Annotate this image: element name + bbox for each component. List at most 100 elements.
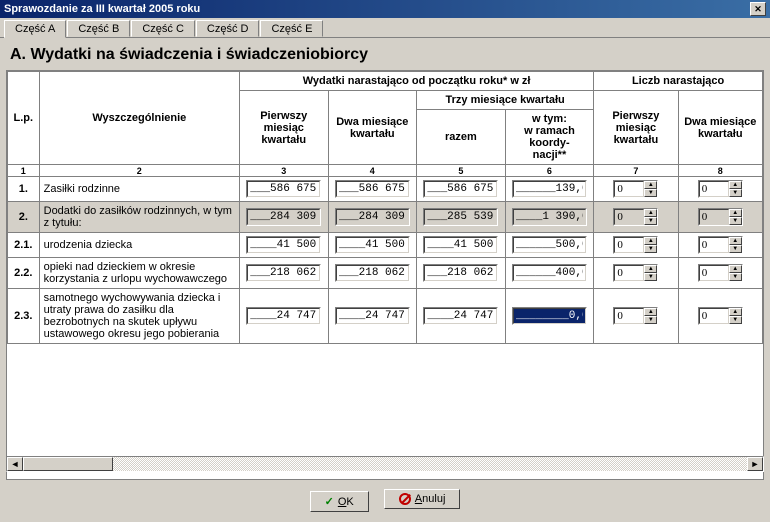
row-desc: opieki nad dzieckiem w okresie korzystan… (39, 258, 239, 289)
value-input[interactable] (424, 308, 497, 324)
col-num-8: 8 (678, 165, 762, 177)
spinner-input[interactable] (614, 237, 644, 253)
row-desc: urodzenia dziecka (39, 233, 239, 258)
spin-up-icon[interactable]: ▲ (644, 209, 657, 217)
spin-down-icon[interactable]: ▼ (729, 316, 742, 324)
tab-część-e[interactable]: Część E (260, 20, 323, 37)
value-input[interactable] (513, 265, 586, 281)
spinner-cell: ▲▼ (594, 202, 678, 233)
value-cell (328, 202, 417, 233)
value-input[interactable] (247, 265, 320, 281)
report-table: L.p. Wyszczególnienie Wydatki narastając… (7, 71, 763, 344)
value-input[interactable] (424, 181, 497, 197)
spinner-input[interactable] (699, 265, 729, 281)
scroll-thumb[interactable] (23, 457, 113, 471)
spinner-input[interactable] (699, 308, 729, 324)
value-input[interactable] (513, 209, 586, 225)
tab-część-b[interactable]: Część B (67, 20, 130, 37)
row-lp: 2. (8, 202, 40, 233)
close-icon[interactable]: ✕ (750, 2, 766, 16)
value-input[interactable] (424, 237, 497, 253)
col-num-1: 1 (8, 165, 40, 177)
col-num-6: 6 (505, 165, 594, 177)
cancel-button[interactable]: Anuluj (384, 489, 461, 509)
spin-up-icon[interactable]: ▲ (729, 181, 742, 189)
table-scroll-area: L.p. Wyszczególnienie Wydatki narastając… (6, 70, 764, 480)
spin-down-icon[interactable]: ▼ (729, 245, 742, 253)
cancel-icon (399, 493, 411, 505)
spinner-cell: ▲▼ (678, 177, 762, 202)
value-input[interactable] (247, 181, 320, 197)
value-cell (417, 202, 506, 233)
table-row: 2.1.urodzenia dziecka▲▼▲▼ (8, 233, 763, 258)
value-input[interactable] (247, 308, 320, 324)
horizontal-scrollbar[interactable]: ◄ ► (6, 456, 764, 472)
spinner-input[interactable] (699, 181, 729, 197)
value-cell (505, 289, 594, 344)
table-row: 2.Dodatki do zasiłków rodzinnych, w tym … (8, 202, 763, 233)
spinner-input[interactable] (614, 308, 644, 324)
spin-up-icon[interactable]: ▲ (729, 265, 742, 273)
th-wysz: Wyszczególnienie (39, 72, 239, 165)
value-input[interactable] (247, 209, 320, 225)
value-input[interactable] (513, 181, 586, 197)
value-cell (239, 258, 328, 289)
value-input[interactable] (336, 181, 409, 197)
tab-część-a[interactable]: Część A (4, 20, 66, 38)
spinner-cell: ▲▼ (678, 233, 762, 258)
value-input[interactable] (336, 209, 409, 225)
spin-down-icon[interactable]: ▼ (729, 273, 742, 281)
window-title: Sprawozdanie za III kwartał 2005 roku (4, 0, 200, 18)
scroll-left-icon[interactable]: ◄ (7, 457, 23, 471)
spinner-cell: ▲▼ (594, 258, 678, 289)
value-cell (417, 258, 506, 289)
spinner-input[interactable] (614, 265, 644, 281)
tab-bar: Część ACzęść BCzęść CCzęść DCzęść E (0, 18, 770, 38)
spin-up-icon[interactable]: ▲ (644, 265, 657, 273)
value-input[interactable] (336, 237, 409, 253)
th-lp: L.p. (8, 72, 40, 165)
spin-up-icon[interactable]: ▲ (644, 181, 657, 189)
tab-część-c[interactable]: Część C (131, 20, 195, 37)
value-cell (417, 289, 506, 344)
spin-up-icon[interactable]: ▲ (644, 308, 657, 316)
tab-część-d[interactable]: Część D (196, 20, 260, 37)
spin-down-icon[interactable]: ▼ (644, 273, 657, 281)
spin-up-icon[interactable]: ▲ (729, 209, 742, 217)
col-num-2: 2 (39, 165, 239, 177)
th-c6: w tym: w ramach koordy- nacji** (505, 110, 594, 165)
spinner-input[interactable] (699, 209, 729, 225)
spin-up-icon[interactable]: ▲ (644, 237, 657, 245)
spinner-input[interactable] (614, 209, 644, 225)
spin-down-icon[interactable]: ▼ (729, 189, 742, 197)
value-cell (239, 233, 328, 258)
value-input[interactable] (336, 308, 409, 324)
spinner-cell: ▲▼ (678, 202, 762, 233)
value-input[interactable] (513, 237, 586, 253)
check-icon: ✓ (325, 495, 334, 508)
button-bar: ✓ OK Anuluj (0, 489, 770, 512)
spinner-input[interactable] (614, 181, 644, 197)
spin-down-icon[interactable]: ▼ (644, 189, 657, 197)
th-c3: Pierwszy miesiąc kwartału (239, 91, 328, 165)
spin-up-icon[interactable]: ▲ (729, 308, 742, 316)
spin-down-icon[interactable]: ▼ (644, 316, 657, 324)
scroll-right-icon[interactable]: ► (747, 457, 763, 471)
value-input[interactable] (513, 308, 586, 324)
spin-down-icon[interactable]: ▼ (729, 217, 742, 225)
value-input[interactable] (424, 209, 497, 225)
spinner-cell: ▲▼ (678, 258, 762, 289)
spinner-input[interactable] (699, 237, 729, 253)
spin-down-icon[interactable]: ▼ (644, 217, 657, 225)
spin-down-icon[interactable]: ▼ (644, 245, 657, 253)
spinner-cell: ▲▼ (594, 233, 678, 258)
ok-button[interactable]: ✓ OK (310, 491, 369, 512)
value-cell (239, 177, 328, 202)
value-cell (505, 258, 594, 289)
value-input[interactable] (424, 265, 497, 281)
col-num-4: 4 (328, 165, 417, 177)
value-input[interactable] (247, 237, 320, 253)
value-cell (505, 177, 594, 202)
value-input[interactable] (336, 265, 409, 281)
spin-up-icon[interactable]: ▲ (729, 237, 742, 245)
